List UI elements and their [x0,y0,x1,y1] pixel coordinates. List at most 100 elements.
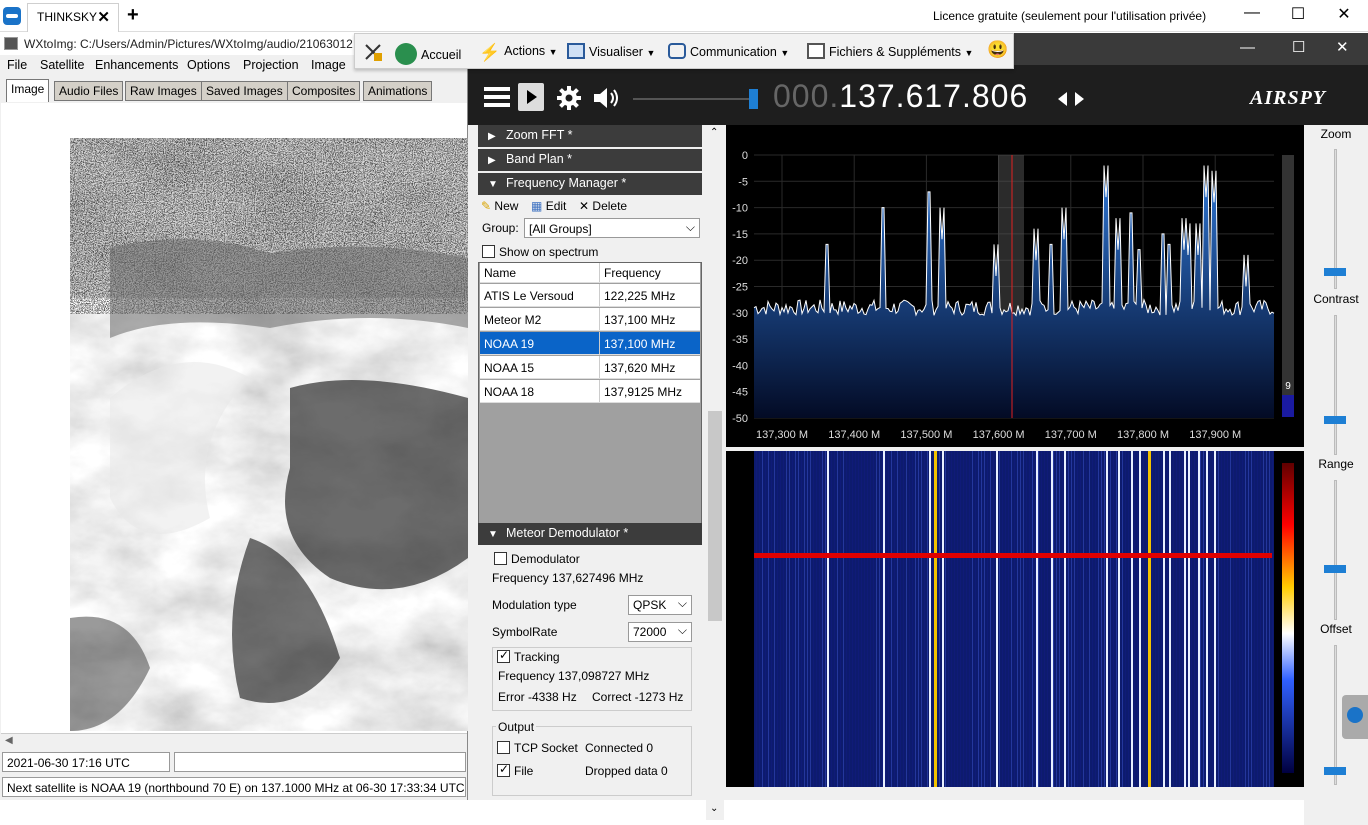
waterfall-noise-line [1005,451,1006,787]
home-button[interactable]: Accueil [395,43,461,65]
tab-animations[interactable]: Animations [363,81,433,101]
table-row[interactable]: Meteor M2 137,100 MHz [480,308,700,331]
gear-icon[interactable] [556,85,582,111]
tab-composites[interactable]: Composites [287,81,361,101]
tab-image[interactable]: Image [6,79,50,102]
offset-slider-thumb[interactable] [1324,767,1346,775]
waterfall-noise-line [954,451,955,787]
waterfall-noise-line [810,451,811,787]
waterfall-noise-line [972,451,973,787]
waterfall-noise-line [1125,451,1126,787]
minimize-button[interactable]: — [1237,4,1267,22]
waterfall-noise-line [897,451,898,787]
y-tick-label: -35 [732,334,748,346]
section-meteor-demodulator[interactable]: ▼ Meteor Demodulator * [478,523,702,545]
sdr-close-button[interactable]: ✕ [1336,38,1349,56]
volume-slider-thumb[interactable] [749,89,758,109]
section-band-plan[interactable]: ▶ Band Plan * [478,149,702,171]
view-menu[interactable]: Visualiser ▼ [567,43,655,59]
wxtoimg-tabs: Image Audio Files Raw Images Saved Image… [0,79,468,103]
wxtoimg-window: WXtoImg: C:/Users/Admin/Pictures/WXtoImg… [0,33,468,800]
menu-options[interactable]: Options [187,58,230,72]
spectrum-analyzer[interactable]: 0 -5 -10 -15 -20 -25 -30 -35 -40 -45 -50 137,300 M 1… [726,125,1304,447]
modulation-select[interactable]: QPSK [628,595,692,615]
zoom-label: Zoom [1320,127,1352,141]
waterfall-noise-line [1032,451,1033,787]
menu-enhancements[interactable]: Enhancements [95,58,178,72]
waterfall-noise-line [759,451,760,787]
emoji-button[interactable]: 😃 [987,40,1008,60]
new-button[interactable]: ✎ New [481,199,518,213]
zoom-slider-thumb[interactable] [1324,268,1346,276]
waterfall-noise-line [870,451,871,787]
delete-button[interactable]: ✕ Delete [579,199,627,213]
menu-file[interactable]: File [7,58,27,72]
waterfall-noise-line [1080,451,1081,787]
tuning-arrows-icon[interactable] [1058,91,1084,107]
satellite-image [70,138,468,731]
waterfall-noise-line [1059,451,1060,787]
sdr-minimize-button[interactable]: — [1240,39,1255,56]
files-menu[interactable]: Fichiers & Suppléments ▼ [807,43,973,59]
tab-thinksky[interactable]: THINKSKY ✕ [27,3,119,32]
waterfall-display[interactable] [726,451,1304,787]
table-row[interactable]: NOAA 15 137,620 MHz [480,356,700,379]
range-slider[interactable] [1334,480,1337,620]
x-tick-label: 137,700 M [1045,429,1097,441]
scroll-left-icon[interactable]: ◀ [5,735,13,746]
speaker-icon[interactable] [592,85,620,111]
sdr-side-panel: ▶ Zoom FFT * ▶ Band Plan * ▼ Frequency Mana… [478,125,702,800]
hamburger-menu-icon[interactable] [484,87,510,107]
new-icon: ✎ [481,199,492,213]
tab-saved-images[interactable]: Saved Images [201,81,288,101]
menu-satellite[interactable]: Satellite [40,58,84,72]
waterfall-noise-line [1050,451,1051,787]
range-slider-thumb[interactable] [1324,565,1346,573]
table-row[interactable]: ATIS Le Versoud 122,225 MHz [480,284,700,307]
tab-audio-files[interactable]: Audio Files [54,81,124,101]
demodulator-checkbox[interactable]: Demodulator [494,552,580,566]
waterfall-noise-line [1260,451,1261,787]
sdr-maximize-button[interactable]: ☐ [1292,38,1305,56]
horizontal-scrollbar[interactable]: ◀ [1,733,467,749]
contrast-slider[interactable] [1334,315,1337,455]
volume-slider[interactable] [633,98,753,100]
tab-raw-images[interactable]: Raw Images [125,81,202,101]
offset-slider[interactable] [1334,645,1337,785]
table-row-selected[interactable]: NOAA 19 137,100 MHz [480,332,700,355]
close-session-icon[interactable] [363,42,383,65]
waterfall-noise-line [765,451,766,787]
waterfall-noise-line [1041,451,1042,787]
status-next-satellite: Next satellite is NOAA 19 (northbound 70… [2,777,466,797]
table-row[interactable]: NOAA 18 137,9125 MHz [480,380,700,403]
actions-menu[interactable]: ⚡ Actions ▼ [479,43,558,62]
frequency-manager-toolbar: ✎ New ▦ Edit ✕ Delete [478,195,702,217]
teamviewer-side-tab[interactable] [1342,695,1368,739]
contrast-slider-thumb[interactable] [1324,416,1346,424]
close-button[interactable]: ✕ [1329,4,1359,24]
menu-image[interactable]: Image [311,58,346,72]
symbolrate-select[interactable]: 72000 [628,622,692,642]
waterfall-noise-line [1095,451,1096,787]
close-tab-icon[interactable]: ✕ [97,8,110,26]
waterfall-noise-line [945,451,946,787]
status-time: 2021-06-30 17:16 UTC [2,752,170,772]
panel-scrollbar[interactable]: ⌃ ⌄ [706,125,724,820]
tcp-socket-checkbox[interactable]: TCP Socket [497,741,578,755]
section-zoom-fft[interactable]: ▶ Zoom FFT * [478,125,702,147]
edit-button[interactable]: ▦ Edit [531,199,566,213]
maximize-button[interactable]: ☐ [1283,4,1313,24]
waterfall-noise-line [924,451,925,787]
frequency-display[interactable]: 000.137.617.806 [773,78,1028,115]
waterfall-noise-line [1014,451,1015,787]
file-checkbox[interactable]: File [497,762,533,778]
tracking-checkbox[interactable]: Tracking [497,648,560,664]
add-tab-button[interactable]: + [127,4,139,27]
play-button[interactable] [518,83,544,111]
menu-projection[interactable]: Projection [243,58,299,72]
section-frequency-manager[interactable]: ▼ Frequency Manager * [478,173,702,195]
show-on-spectrum-checkbox[interactable]: Show on spectrum [482,245,598,259]
group-select[interactable]: [All Groups] ⌵ [524,218,700,238]
waterfall-noise-line [867,451,868,787]
communication-menu[interactable]: Communication ▼ [668,43,789,59]
